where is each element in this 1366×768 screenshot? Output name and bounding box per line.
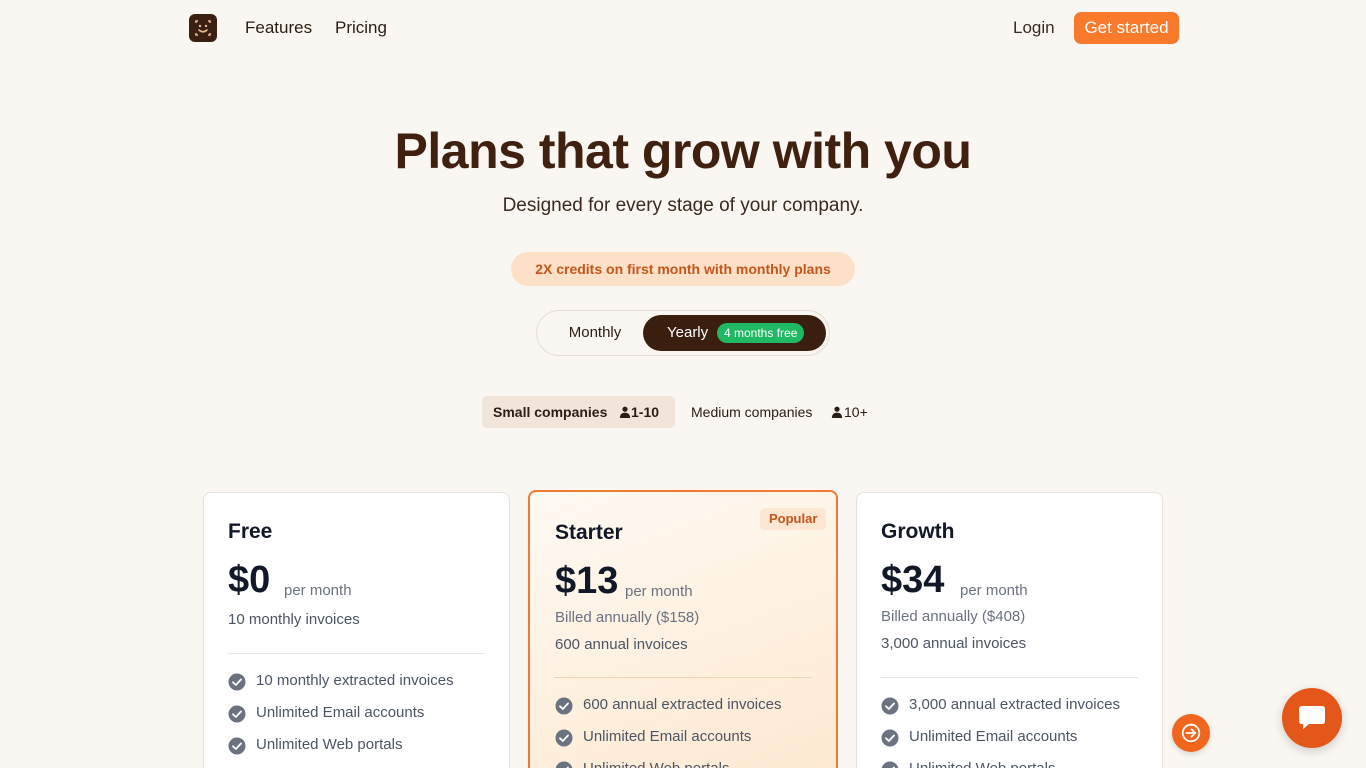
plan-name: Starter bbox=[555, 521, 623, 544]
feature-label: 10 monthly extracted invoices bbox=[256, 672, 454, 689]
company-size-small-option[interactable]: Small companies 1-10 bbox=[482, 396, 675, 428]
check-circle-icon bbox=[881, 761, 899, 768]
billing-period-toggle: Monthly Yearly 4 months free bbox=[536, 310, 830, 356]
page-subtitle: Designed for every stage of your company… bbox=[502, 195, 864, 216]
plan-period: per month bbox=[625, 583, 693, 600]
check-circle-icon bbox=[228, 705, 246, 723]
get-started-button[interactable]: Get started bbox=[1074, 12, 1179, 44]
feature-label: Unlimited Email accounts bbox=[909, 728, 1078, 745]
login-link[interactable]: Login bbox=[1013, 18, 1055, 38]
check-circle-icon bbox=[228, 673, 246, 691]
plan-card-growth: Growth $34 per month Billed annually ($4… bbox=[856, 492, 1163, 768]
person-icon bbox=[619, 406, 631, 418]
plan-billed: Billed annually ($158) bbox=[555, 609, 700, 626]
check-circle-icon bbox=[228, 737, 246, 755]
billing-yearly-option[interactable]: Yearly 4 months free bbox=[643, 315, 826, 351]
carousel-next-button[interactable] bbox=[1172, 714, 1210, 752]
company-size-medium-option[interactable]: Medium companies 10+ bbox=[680, 396, 880, 428]
nav-link-features[interactable]: Features bbox=[245, 18, 312, 38]
feature-label: 600 annual extracted invoices bbox=[583, 696, 782, 713]
company-size-label: Medium companies bbox=[691, 404, 813, 420]
page-title: Plans that grow with you bbox=[394, 123, 972, 179]
check-circle-icon bbox=[881, 697, 899, 715]
feature-label: Unlimited Email accounts bbox=[256, 704, 425, 721]
plan-price: $13 bbox=[555, 560, 619, 602]
plan-card-starter: Popular Starter $13 per month Billed ann… bbox=[528, 490, 838, 768]
nav-link-pricing[interactable]: Pricing bbox=[335, 18, 387, 38]
plan-divider bbox=[881, 677, 1138, 678]
plan-period: per month bbox=[960, 582, 1028, 599]
company-size-count: 10+ bbox=[844, 404, 868, 420]
check-circle-icon bbox=[881, 729, 899, 747]
check-circle-icon bbox=[555, 697, 573, 715]
plan-divider bbox=[554, 677, 812, 678]
plan-card-free: Free $0 per month 10 monthly invoices 10… bbox=[203, 492, 510, 768]
popular-badge: Popular bbox=[760, 508, 827, 530]
plan-period: per month bbox=[284, 582, 352, 599]
arrow-right-icon bbox=[1181, 723, 1201, 743]
chat-widget-button[interactable] bbox=[1282, 688, 1342, 748]
check-circle-icon bbox=[555, 761, 573, 768]
plan-divider bbox=[228, 653, 485, 654]
promo-banner: 2X credits on first month with monthly p… bbox=[511, 252, 855, 286]
company-size-label: Small companies bbox=[493, 404, 608, 420]
feature-label: Unlimited Web portals bbox=[583, 760, 729, 768]
plan-name: Growth bbox=[881, 520, 955, 543]
billing-yearly-label: Yearly bbox=[667, 324, 709, 341]
plan-price: $34 bbox=[881, 559, 945, 601]
chat-bubble-icon bbox=[1299, 706, 1325, 729]
smiley-logo-icon[interactable] bbox=[189, 14, 217, 42]
feature-label: 3,000 annual extracted invoices bbox=[909, 696, 1120, 713]
person-icon bbox=[831, 406, 843, 418]
plan-invoices: 600 annual invoices bbox=[555, 636, 688, 653]
top-nav: Features Pricing Login Get started bbox=[0, 0, 1366, 56]
yearly-discount-badge: 4 months free bbox=[717, 323, 805, 343]
plan-price: $0 bbox=[228, 559, 271, 601]
plan-billed: Billed annually ($408) bbox=[881, 608, 1026, 625]
feature-label: Unlimited Web portals bbox=[909, 760, 1055, 768]
check-circle-icon bbox=[555, 729, 573, 747]
plan-invoices: 3,000 annual invoices bbox=[881, 635, 1027, 652]
plan-name: Free bbox=[228, 520, 273, 543]
billing-monthly-option[interactable]: Monthly bbox=[545, 316, 645, 350]
feature-label: Unlimited Email accounts bbox=[583, 728, 752, 745]
company-size-count: 1-10 bbox=[631, 404, 660, 420]
feature-label: Unlimited Web portals bbox=[256, 736, 403, 753]
plan-invoices: 10 monthly invoices bbox=[228, 611, 360, 628]
